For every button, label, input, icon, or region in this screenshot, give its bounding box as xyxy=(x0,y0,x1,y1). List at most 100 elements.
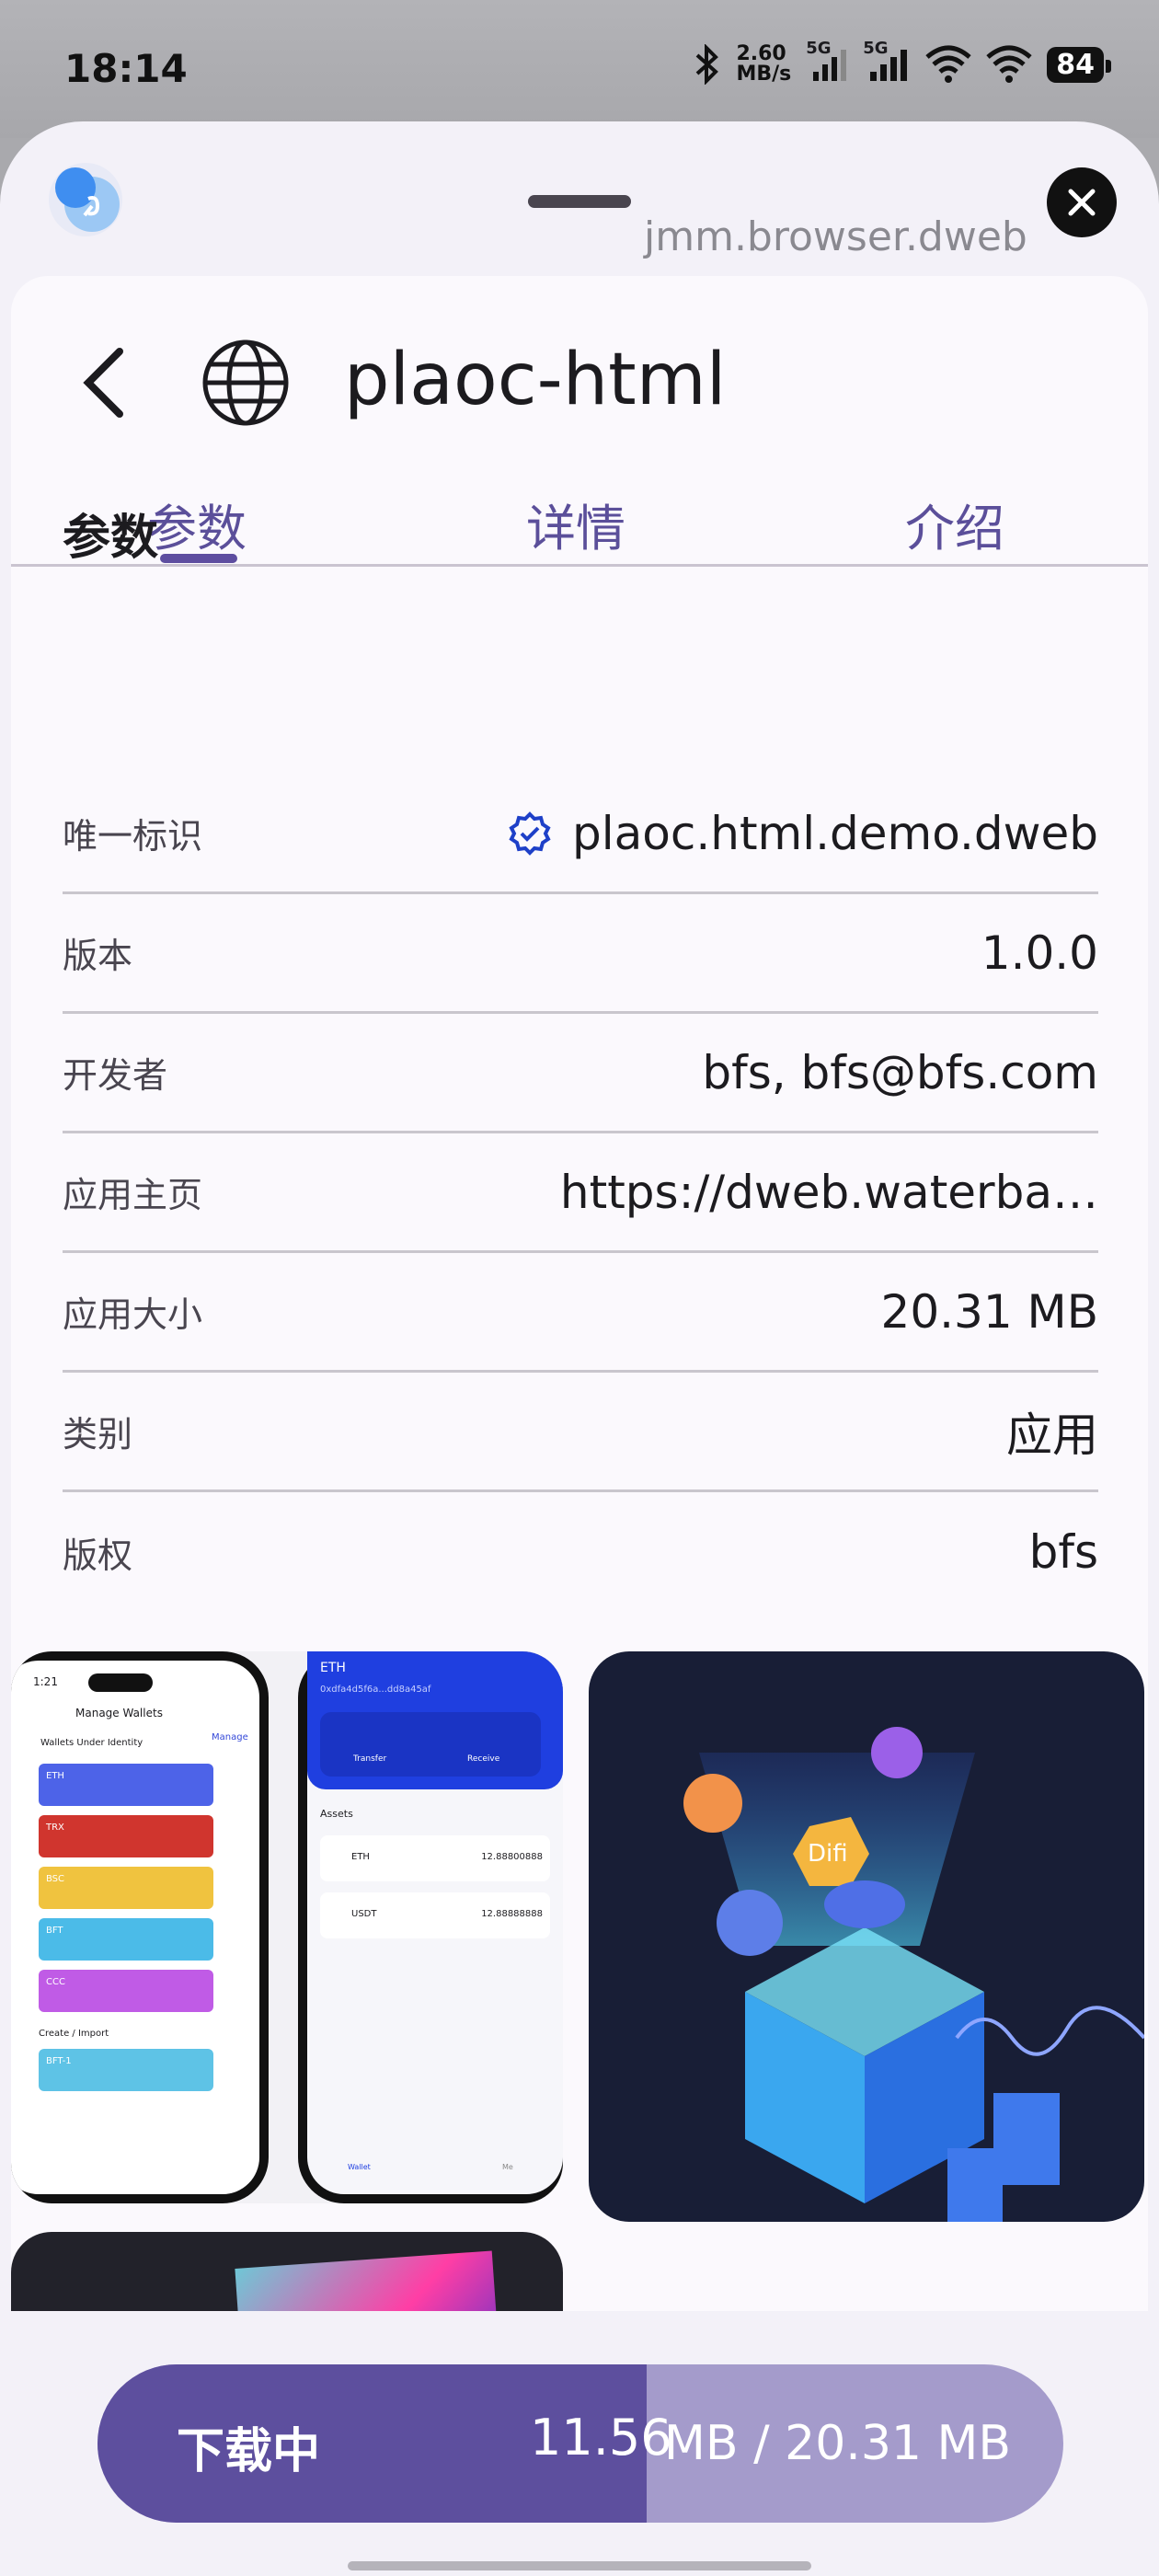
assets-title: Assets xyxy=(320,1808,353,1820)
param-row-copyright: 版权 bfs xyxy=(63,1492,1098,1612)
param-value-link[interactable]: https://dweb.waterba… xyxy=(560,1166,1098,1219)
nav-wallet-label: Wallet xyxy=(348,2163,371,2171)
verified-badge-icon xyxy=(509,811,551,856)
param-value: 20.31 MB xyxy=(880,1284,1098,1339)
back-arrow-icon xyxy=(83,348,123,418)
section-title: 参数 xyxy=(63,511,159,566)
wallet-name: CCC xyxy=(46,1977,65,1987)
phone-manage-link: Manage xyxy=(212,1732,248,1742)
phone-frame: 1:21 Manage Wallets Wallets Under Identi… xyxy=(11,1651,269,2203)
ethereum-coin-icon xyxy=(717,1890,783,1956)
param-value: 应用 xyxy=(1006,1408,1098,1462)
signal-label-2: 5G xyxy=(863,39,889,58)
param-row-version: 版本 1.0.0 xyxy=(63,894,1098,1014)
phone-screen: ETH 0xdfa4d5f6a...dd8a45af Transfer Rece… xyxy=(307,1651,563,2194)
close-icon xyxy=(1068,189,1096,216)
create-import-label: Create / Import xyxy=(39,2029,109,2039)
param-label: 版权 xyxy=(63,1535,133,1576)
home-indicator[interactable] xyxy=(348,2561,811,2570)
phone-frame: ETH 0xdfa4d5f6a...dd8a45af Transfer Rece… xyxy=(298,1651,563,2203)
params-list: 唯一标识 plaoc.html.demo.dweb 版本 1.0.0 开发者 b… xyxy=(63,775,1098,1612)
tab-bar: 参数 详情 介绍 xyxy=(11,471,1148,567)
download-status-label: 下载中 xyxy=(177,2424,321,2479)
param-row-id: 唯一标识 plaoc.html.demo.dweb xyxy=(63,775,1098,894)
param-label: 应用大小 xyxy=(63,1294,203,1335)
asset-name: ETH xyxy=(351,1852,370,1862)
wallet-name: BFT xyxy=(46,1926,63,1936)
app-screenshot-2[interactable]: Difi xyxy=(589,1651,1144,2222)
param-row-homepage[interactable]: 应用主页 https://dweb.waterba… xyxy=(63,1133,1098,1253)
param-label: 版本 xyxy=(63,936,133,976)
wallet-card-eth: ETH xyxy=(39,1764,213,1806)
tab-intro[interactable]: 介绍 xyxy=(905,488,1004,560)
eth-title: ETH xyxy=(320,1661,346,1675)
param-row-developer: 开发者 bfs, bfs@bfs.com xyxy=(63,1014,1098,1133)
chain-coin-icon xyxy=(824,1880,905,1928)
asset-value: 12.88800888 xyxy=(481,1852,543,1862)
phone-time: 1:21 xyxy=(33,1675,58,1688)
param-label: 类别 xyxy=(63,1414,133,1455)
param-row-size: 应用大小 20.31 MB xyxy=(63,1253,1098,1373)
wifi-icon xyxy=(986,44,1032,85)
tab-params[interactable]: 参数 xyxy=(147,488,247,560)
signal-label-1: 5G xyxy=(806,39,832,58)
eth-header: ETH 0xdfa4d5f6a...dd8a45af Transfer Rece… xyxy=(307,1651,563,1789)
download-total: MB / 20.31 MB xyxy=(664,2416,1012,2471)
wallet-card-bft1: BFT-1 xyxy=(39,2049,213,2091)
param-label: 唯一标识 xyxy=(63,816,203,857)
wallet-card-trx: TRX xyxy=(39,1815,213,1857)
bitcoin-icon xyxy=(683,1774,742,1833)
battery-indicator: 84 xyxy=(1047,46,1111,83)
globe-icon xyxy=(200,337,292,429)
net-speed: 2.60 MB/s xyxy=(736,44,791,85)
cellular-signal-icon: 5G xyxy=(863,39,911,85)
wallet-name: TRX xyxy=(46,1823,64,1833)
wallet-card-bft: BFT xyxy=(39,1918,213,1961)
wifi-icon xyxy=(925,44,971,85)
status-icons: 2.60 MB/s 5G 5G 84 xyxy=(694,39,1111,85)
app-title: plaoc-html xyxy=(344,339,727,421)
param-label: 应用主页 xyxy=(63,1175,203,1215)
wallet-name: ETH xyxy=(46,1771,64,1781)
asset-value: 12.88888888 xyxy=(481,1909,543,1919)
browser-logo-icon xyxy=(48,162,123,237)
asset-row-usdt: USDT 12.88888888 xyxy=(320,1892,550,1938)
phone-title: Manage Wallets xyxy=(75,1707,163,1719)
nav-me-label: Me xyxy=(502,2163,513,2171)
close-button[interactable] xyxy=(1047,167,1117,237)
net-speed-value: 2.60 xyxy=(736,42,786,65)
wallet-card-bsc: BSC xyxy=(39,1867,213,1909)
tab-details[interactable]: 详情 xyxy=(526,488,625,560)
asset-row-eth: ETH 12.88800888 xyxy=(320,1835,550,1881)
download-downloaded: 11.56 xyxy=(530,2409,672,2467)
wallet-name: BSC xyxy=(46,1874,65,1884)
sheet-host-label: jmm.browser.dweb xyxy=(644,213,1027,260)
phone-screen: 1:21 Manage Wallets Wallets Under Identi… xyxy=(11,1661,259,2194)
cellular-signal-icon: 5G xyxy=(806,39,848,85)
phone-subtitle: Wallets Under Identity xyxy=(40,1738,143,1748)
status-time: 18:14 xyxy=(64,46,188,91)
drag-handle[interactable] xyxy=(528,195,631,208)
difi-label: Difi xyxy=(808,1840,848,1868)
wallet-card-ccc: CCC xyxy=(39,1970,213,2012)
dynamic-island xyxy=(88,1673,153,1692)
app-screenshot-1[interactable]: 1:21 Manage Wallets Wallets Under Identi… xyxy=(11,1651,563,2203)
tab-active-indicator xyxy=(160,554,237,563)
param-value: plaoc.html.demo.dweb xyxy=(572,806,1098,860)
param-value: 1.0.0 xyxy=(981,926,1098,980)
cardano-icon xyxy=(871,1727,923,1778)
action-panel: Transfer Receive xyxy=(320,1712,541,1777)
asset-name: USDT xyxy=(351,1909,377,1919)
bluetooth-icon xyxy=(694,44,721,85)
param-value: bfs xyxy=(1028,1525,1098,1579)
crypto-illustration: Difi xyxy=(683,1727,1144,2222)
back-button[interactable] xyxy=(75,346,140,420)
param-label: 开发者 xyxy=(63,1055,168,1096)
download-progress-button[interactable]: 下载中 11.56 MB / 20.31 MB xyxy=(98,2364,1063,2523)
status-bar: 18:14 2.60 MB/s 5G 5G 84 xyxy=(0,0,1159,138)
wallet-name: BFT-1 xyxy=(46,2056,72,2066)
net-speed-unit: MB/s xyxy=(736,63,792,86)
param-value-container: plaoc.html.demo.dweb xyxy=(508,807,1098,860)
param-row-category: 类别 应用 xyxy=(63,1373,1098,1492)
param-value: bfs, bfs@bfs.com xyxy=(702,1045,1098,1099)
